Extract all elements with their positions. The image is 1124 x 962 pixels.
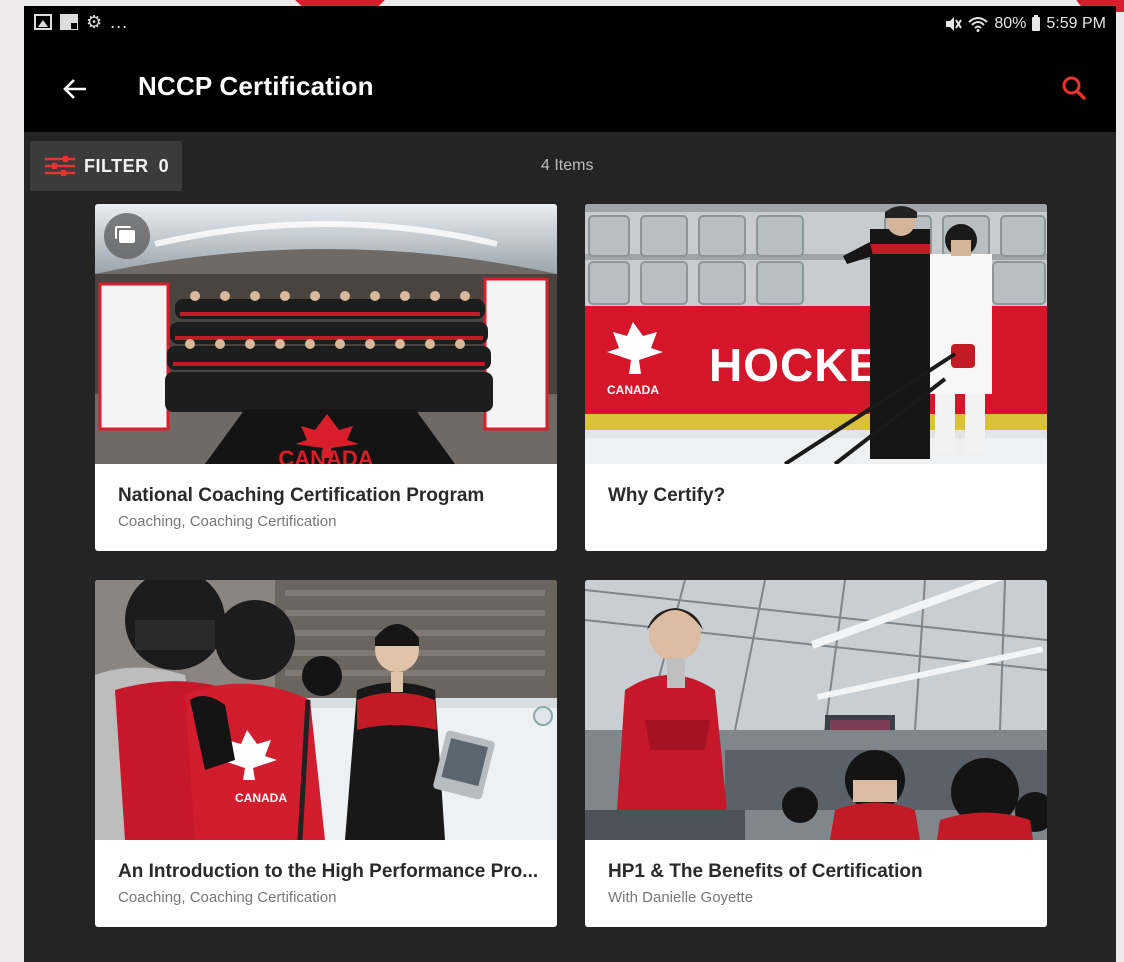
card-title: HP1 & The Benefits of Certification: [608, 861, 923, 882]
search-button[interactable]: [1056, 70, 1092, 106]
card-title: National Coaching Certification Program: [118, 485, 485, 506]
card-thumbnail: CANADA: [95, 580, 557, 840]
wifi-icon: [968, 17, 989, 32]
content-card[interactable]: CANADA HOCKEYCA Why Certify?: [585, 204, 1047, 551]
canada-logo-text: CANADA: [607, 383, 659, 397]
app-window: ⚙ ... 80% 5:59 PM NCCP Certification FIL…: [24, 6, 1116, 962]
content-card[interactable]: CANADA An Introduction to the High Perfo…: [95, 580, 557, 927]
team-photo-image: CANADA: [95, 204, 557, 464]
coach-with-players-image: CANADA: [95, 580, 557, 840]
filter-button[interactable]: FILTER 0: [30, 141, 182, 191]
page-title: NCCP Certification: [138, 71, 374, 101]
filter-bar: FILTER 0 4 Items: [24, 132, 1116, 198]
card-thumbnail: CANADA HOCKEYCA: [585, 204, 1047, 464]
app-bar: NCCP Certification: [24, 44, 1116, 132]
battery-percentage: 80%: [994, 15, 1027, 32]
arrow-left-icon: [63, 79, 86, 99]
filter-label: FILTER: [84, 155, 149, 176]
content-card[interactable]: HP1 & The Benefits of Certification With…: [585, 580, 1047, 927]
status-notifications: ⚙ ...: [34, 12, 129, 32]
clock: 5:59 PM: [1046, 15, 1106, 32]
mute-icon: [946, 17, 963, 31]
card-subtitle: With Danielle Goyette: [608, 889, 754, 906]
card-subtitle: Coaching, Coaching Certification: [118, 889, 337, 906]
gallery-icon: [104, 213, 150, 259]
canada-logo-text: CANADA: [278, 446, 373, 464]
settings-notification-icon: ⚙: [86, 12, 103, 32]
back-button[interactable]: [58, 72, 92, 106]
status-system: 80% 5:59 PM: [944, 15, 1106, 33]
card-title: Why Certify?: [608, 485, 726, 506]
flipboard-notification-icon: [60, 14, 78, 30]
filter-sliders-icon: [45, 156, 75, 176]
coach-at-bench-image: [585, 580, 1047, 840]
arena-coaching-image: CANADA HOCKEYCA: [585, 204, 1047, 464]
card-thumbnail: [585, 580, 1047, 840]
card-subtitle: Coaching, Coaching Certification: [118, 513, 337, 530]
battery-icon: [1032, 15, 1041, 31]
more-notifications-indicator: ...: [110, 12, 129, 32]
card-title: An Introduction to the High Performance …: [118, 861, 539, 882]
content-card[interactable]: CANADA National Coaching Certification P…: [95, 204, 557, 551]
status-bar: ⚙ ... 80% 5:59 PM: [24, 6, 1116, 44]
gallery-notification-icon: [34, 14, 52, 30]
items-count: 4 Items: [541, 157, 594, 174]
search-icon: [1062, 76, 1086, 100]
filter-count: 0: [158, 155, 169, 176]
card-thumbnail: CANADA: [95, 204, 557, 464]
canada-logo-text: CANADA: [235, 791, 287, 805]
